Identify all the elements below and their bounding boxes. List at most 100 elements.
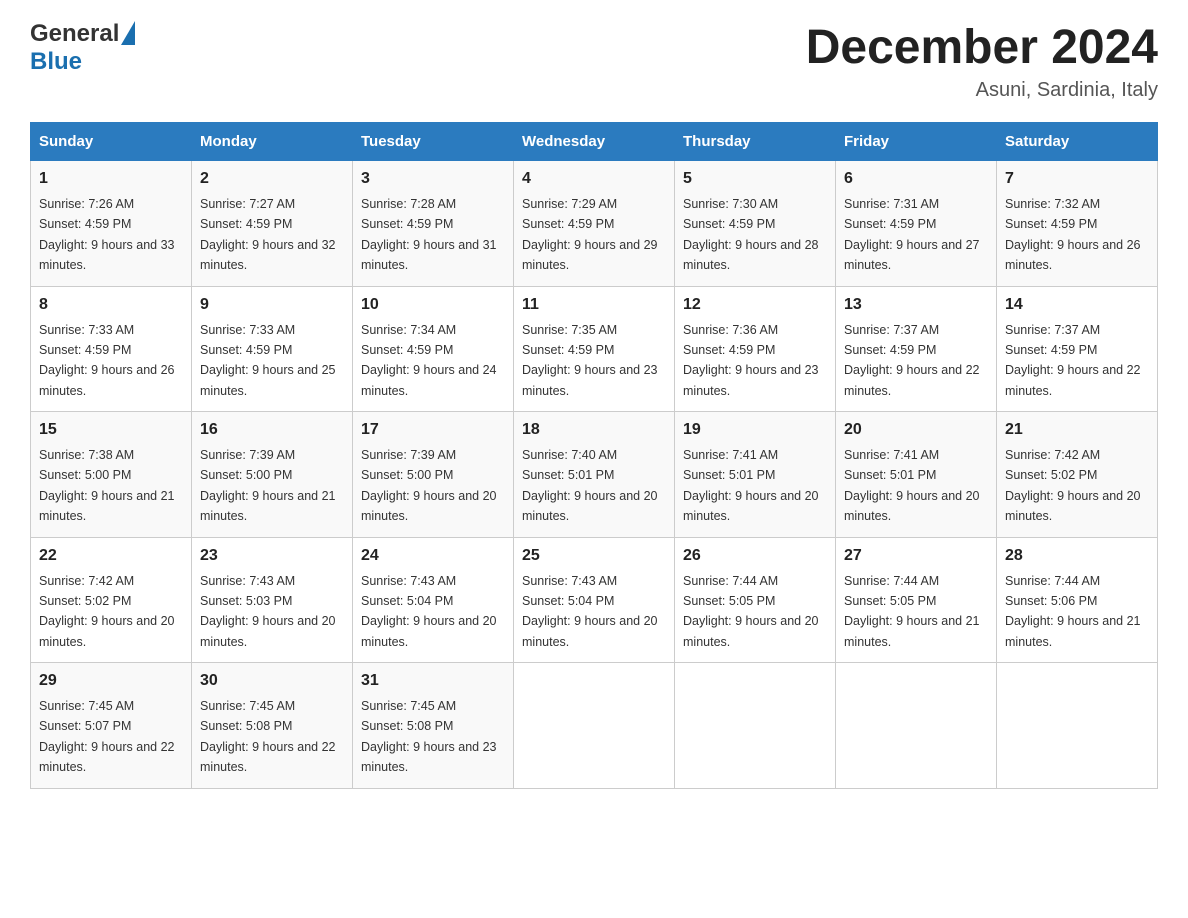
calendar-day-cell: 31 Sunrise: 7:45 AMSunset: 5:08 PMDaylig…: [353, 663, 514, 789]
calendar-day-cell: 24 Sunrise: 7:43 AMSunset: 5:04 PMDaylig…: [353, 537, 514, 663]
day-number: 28: [1005, 544, 1149, 568]
calendar-title: December 2024: [806, 20, 1158, 75]
calendar-day-cell: 15 Sunrise: 7:38 AMSunset: 5:00 PMDaylig…: [31, 412, 192, 538]
logo-general-text: General: [30, 20, 119, 48]
day-info: Sunrise: 7:42 AMSunset: 5:02 PMDaylight:…: [39, 574, 175, 649]
day-number: 17: [361, 418, 505, 442]
logo-blue-text: Blue: [30, 48, 82, 76]
calendar-day-cell: 21 Sunrise: 7:42 AMSunset: 5:02 PMDaylig…: [997, 412, 1158, 538]
calendar-week-row: 1 Sunrise: 7:26 AMSunset: 4:59 PMDayligh…: [31, 161, 1158, 287]
calendar-day-cell: 16 Sunrise: 7:39 AMSunset: 5:00 PMDaylig…: [192, 412, 353, 538]
day-info: Sunrise: 7:44 AMSunset: 5:05 PMDaylight:…: [844, 574, 980, 649]
day-number: 15: [39, 418, 183, 442]
day-number: 7: [1005, 167, 1149, 191]
calendar-day-cell: 22 Sunrise: 7:42 AMSunset: 5:02 PMDaylig…: [31, 537, 192, 663]
col-header-sunday: Sunday: [31, 123, 192, 161]
day-info: Sunrise: 7:45 AMSunset: 5:08 PMDaylight:…: [361, 699, 497, 774]
day-number: 25: [522, 544, 666, 568]
day-info: Sunrise: 7:35 AMSunset: 4:59 PMDaylight:…: [522, 323, 658, 398]
calendar-day-cell: 14 Sunrise: 7:37 AMSunset: 4:59 PMDaylig…: [997, 286, 1158, 412]
logo: General Blue: [30, 20, 135, 76]
day-info: Sunrise: 7:34 AMSunset: 4:59 PMDaylight:…: [361, 323, 497, 398]
day-info: Sunrise: 7:37 AMSunset: 4:59 PMDaylight:…: [1005, 323, 1141, 398]
day-number: 20: [844, 418, 988, 442]
day-info: Sunrise: 7:43 AMSunset: 5:04 PMDaylight:…: [361, 574, 497, 649]
day-number: 2: [200, 167, 344, 191]
calendar-day-cell: 27 Sunrise: 7:44 AMSunset: 5:05 PMDaylig…: [836, 537, 997, 663]
day-number: 29: [39, 669, 183, 693]
day-number: 5: [683, 167, 827, 191]
day-number: 27: [844, 544, 988, 568]
day-number: 14: [1005, 293, 1149, 317]
day-number: 24: [361, 544, 505, 568]
calendar-day-cell: 30 Sunrise: 7:45 AMSunset: 5:08 PMDaylig…: [192, 663, 353, 789]
calendar-day-cell: 23 Sunrise: 7:43 AMSunset: 5:03 PMDaylig…: [192, 537, 353, 663]
title-block: December 2024 Asuni, Sardinia, Italy: [806, 20, 1158, 102]
day-info: Sunrise: 7:41 AMSunset: 5:01 PMDaylight:…: [844, 448, 980, 523]
calendar-week-row: 22 Sunrise: 7:42 AMSunset: 5:02 PMDaylig…: [31, 537, 1158, 663]
calendar-day-cell: 2 Sunrise: 7:27 AMSunset: 4:59 PMDayligh…: [192, 161, 353, 287]
day-info: Sunrise: 7:43 AMSunset: 5:03 PMDaylight:…: [200, 574, 336, 649]
calendar-day-cell: [514, 663, 675, 789]
day-info: Sunrise: 7:39 AMSunset: 5:00 PMDaylight:…: [200, 448, 336, 523]
day-info: Sunrise: 7:41 AMSunset: 5:01 PMDaylight:…: [683, 448, 819, 523]
calendar-day-cell: 26 Sunrise: 7:44 AMSunset: 5:05 PMDaylig…: [675, 537, 836, 663]
day-info: Sunrise: 7:40 AMSunset: 5:01 PMDaylight:…: [522, 448, 658, 523]
calendar-day-cell: 3 Sunrise: 7:28 AMSunset: 4:59 PMDayligh…: [353, 161, 514, 287]
calendar-day-cell: 13 Sunrise: 7:37 AMSunset: 4:59 PMDaylig…: [836, 286, 997, 412]
calendar-day-cell: [836, 663, 997, 789]
day-info: Sunrise: 7:29 AMSunset: 4:59 PMDaylight:…: [522, 197, 658, 272]
calendar-day-cell: [675, 663, 836, 789]
day-info: Sunrise: 7:26 AMSunset: 4:59 PMDaylight:…: [39, 197, 175, 272]
day-info: Sunrise: 7:45 AMSunset: 5:08 PMDaylight:…: [200, 699, 336, 774]
day-info: Sunrise: 7:37 AMSunset: 4:59 PMDaylight:…: [844, 323, 980, 398]
day-number: 10: [361, 293, 505, 317]
day-number: 30: [200, 669, 344, 693]
calendar-day-cell: 18 Sunrise: 7:40 AMSunset: 5:01 PMDaylig…: [514, 412, 675, 538]
logo-triangle-icon: [121, 21, 135, 45]
col-header-wednesday: Wednesday: [514, 123, 675, 161]
day-info: Sunrise: 7:38 AMSunset: 5:00 PMDaylight:…: [39, 448, 175, 523]
day-number: 1: [39, 167, 183, 191]
day-info: Sunrise: 7:44 AMSunset: 5:06 PMDaylight:…: [1005, 574, 1141, 649]
calendar-day-cell: 10 Sunrise: 7:34 AMSunset: 4:59 PMDaylig…: [353, 286, 514, 412]
col-header-friday: Friday: [836, 123, 997, 161]
day-info: Sunrise: 7:44 AMSunset: 5:05 PMDaylight:…: [683, 574, 819, 649]
day-info: Sunrise: 7:30 AMSunset: 4:59 PMDaylight:…: [683, 197, 819, 272]
calendar-day-cell: 29 Sunrise: 7:45 AMSunset: 5:07 PMDaylig…: [31, 663, 192, 789]
calendar-day-cell: 8 Sunrise: 7:33 AMSunset: 4:59 PMDayligh…: [31, 286, 192, 412]
calendar-day-cell: 28 Sunrise: 7:44 AMSunset: 5:06 PMDaylig…: [997, 537, 1158, 663]
calendar-day-cell: 1 Sunrise: 7:26 AMSunset: 4:59 PMDayligh…: [31, 161, 192, 287]
calendar-header-row: SundayMondayTuesdayWednesdayThursdayFrid…: [31, 123, 1158, 161]
day-number: 23: [200, 544, 344, 568]
calendar-day-cell: 17 Sunrise: 7:39 AMSunset: 5:00 PMDaylig…: [353, 412, 514, 538]
day-number: 31: [361, 669, 505, 693]
day-info: Sunrise: 7:33 AMSunset: 4:59 PMDaylight:…: [39, 323, 175, 398]
calendar-week-row: 8 Sunrise: 7:33 AMSunset: 4:59 PMDayligh…: [31, 286, 1158, 412]
calendar-day-cell: 4 Sunrise: 7:29 AMSunset: 4:59 PMDayligh…: [514, 161, 675, 287]
calendar-week-row: 15 Sunrise: 7:38 AMSunset: 5:00 PMDaylig…: [31, 412, 1158, 538]
day-info: Sunrise: 7:43 AMSunset: 5:04 PMDaylight:…: [522, 574, 658, 649]
calendar-day-cell: 20 Sunrise: 7:41 AMSunset: 5:01 PMDaylig…: [836, 412, 997, 538]
day-number: 19: [683, 418, 827, 442]
day-number: 26: [683, 544, 827, 568]
day-number: 9: [200, 293, 344, 317]
day-info: Sunrise: 7:28 AMSunset: 4:59 PMDaylight:…: [361, 197, 497, 272]
calendar-table: SundayMondayTuesdayWednesdayThursdayFrid…: [30, 122, 1158, 789]
col-header-tuesday: Tuesday: [353, 123, 514, 161]
col-header-thursday: Thursday: [675, 123, 836, 161]
day-number: 12: [683, 293, 827, 317]
day-number: 21: [1005, 418, 1149, 442]
calendar-day-cell: 5 Sunrise: 7:30 AMSunset: 4:59 PMDayligh…: [675, 161, 836, 287]
day-info: Sunrise: 7:39 AMSunset: 5:00 PMDaylight:…: [361, 448, 497, 523]
col-header-monday: Monday: [192, 123, 353, 161]
calendar-week-row: 29 Sunrise: 7:45 AMSunset: 5:07 PMDaylig…: [31, 663, 1158, 789]
calendar-day-cell: 7 Sunrise: 7:32 AMSunset: 4:59 PMDayligh…: [997, 161, 1158, 287]
col-header-saturday: Saturday: [997, 123, 1158, 161]
calendar-day-cell: 9 Sunrise: 7:33 AMSunset: 4:59 PMDayligh…: [192, 286, 353, 412]
calendar-day-cell: [997, 663, 1158, 789]
day-info: Sunrise: 7:31 AMSunset: 4:59 PMDaylight:…: [844, 197, 980, 272]
day-number: 4: [522, 167, 666, 191]
day-info: Sunrise: 7:42 AMSunset: 5:02 PMDaylight:…: [1005, 448, 1141, 523]
page-header: General Blue December 2024 Asuni, Sardin…: [30, 20, 1158, 102]
